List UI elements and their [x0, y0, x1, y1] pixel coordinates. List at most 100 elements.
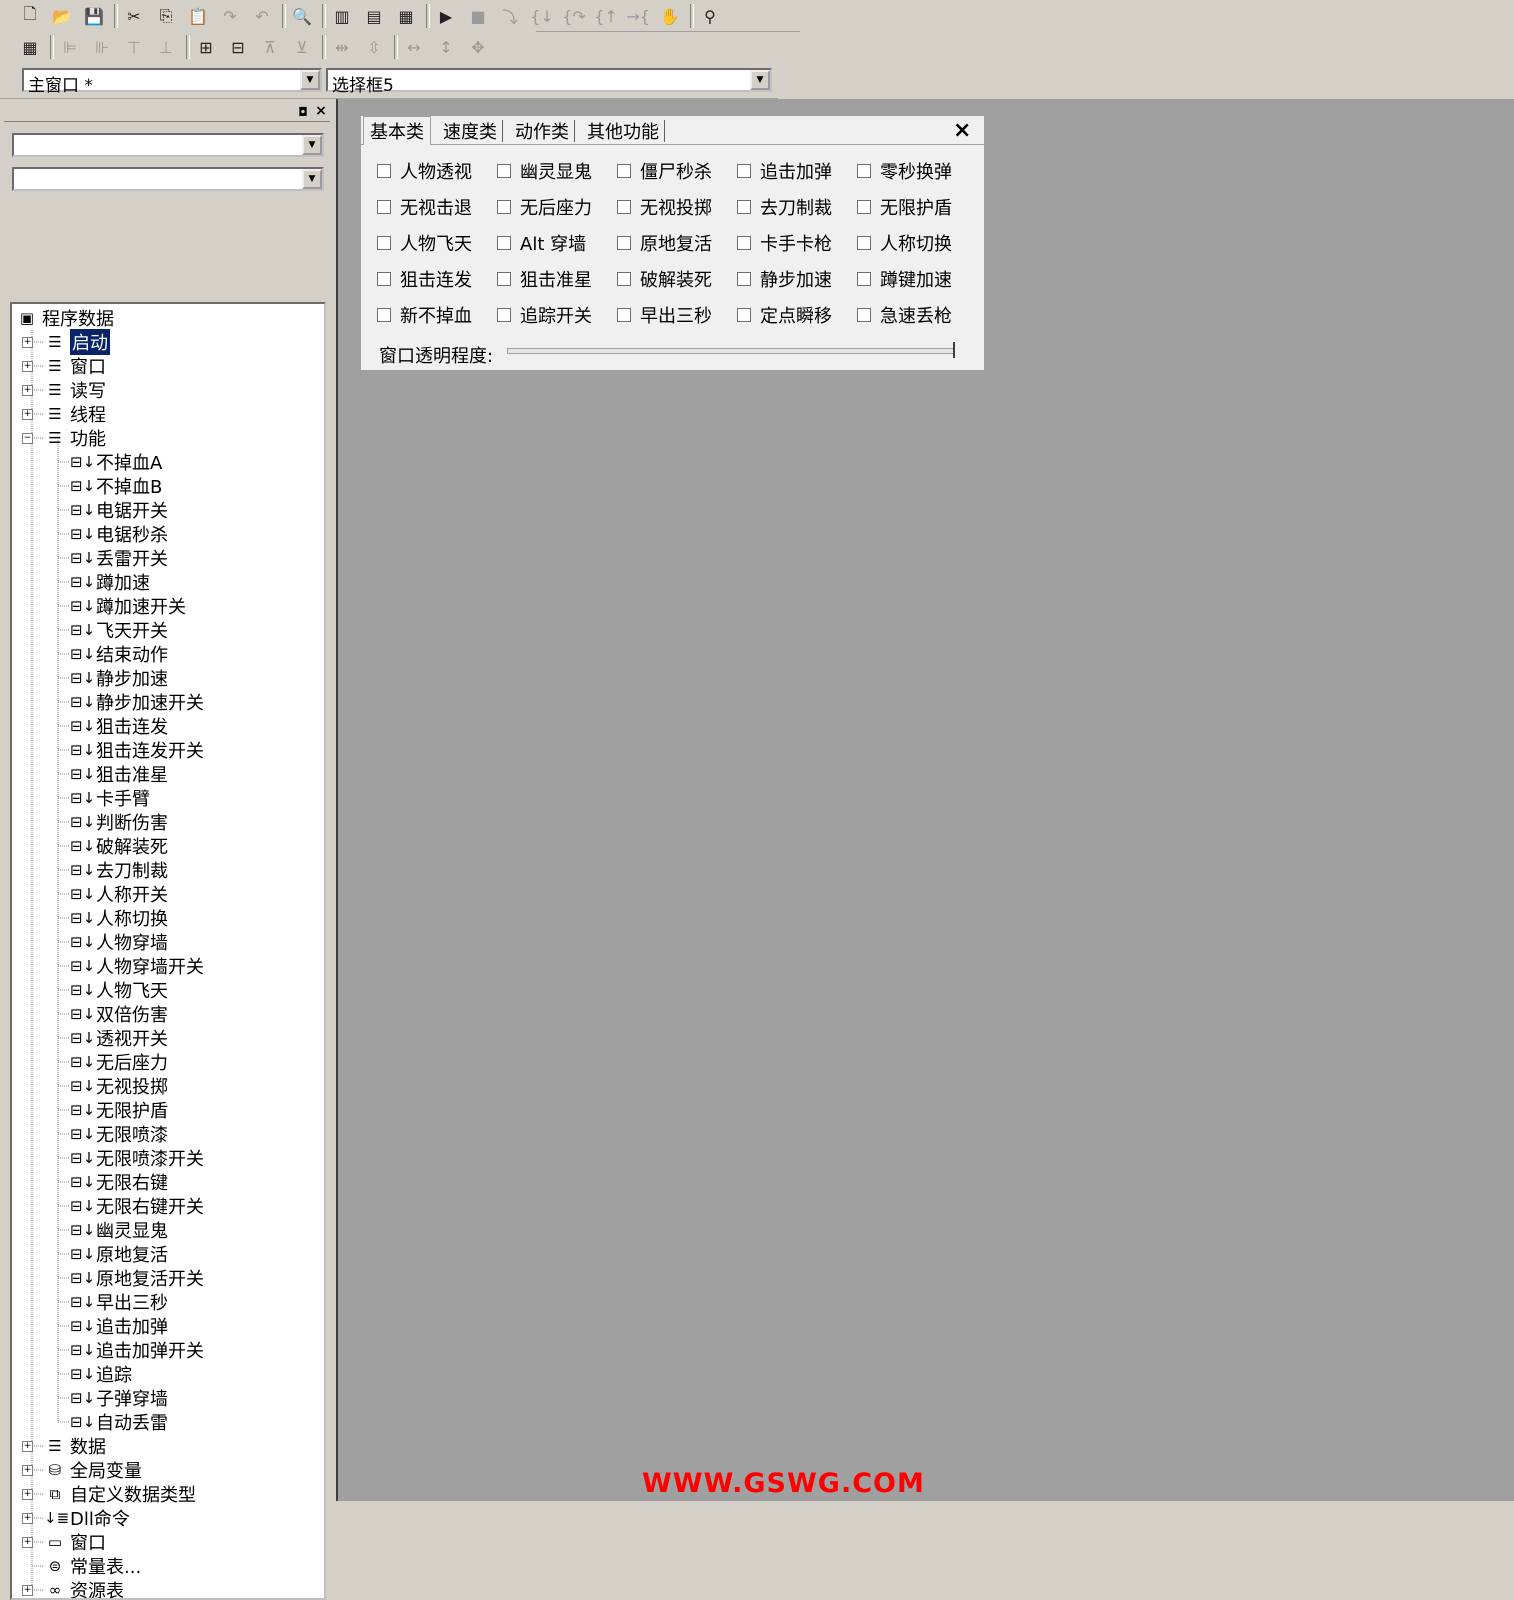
space-vertical-icon[interactable]: ⊻	[288, 34, 316, 60]
control-select[interactable]: 选择框5 ▼	[326, 68, 772, 96]
checkbox-box[interactable]	[377, 308, 391, 322]
tree-function[interactable]: ⊟↓ 静步加速	[70, 666, 168, 690]
tree-function[interactable]: ⊟↓ 透视开关	[70, 1026, 168, 1050]
step-out-icon[interactable]: {↑	[592, 3, 620, 29]
tree-node[interactable]: ☰ 启动	[44, 329, 110, 355]
feature-checkbox[interactable]: 狙击准星	[497, 268, 592, 291]
redo-icon[interactable]: ↷	[216, 3, 244, 29]
expand-icon[interactable]: +	[22, 385, 33, 396]
expand-icon[interactable]: +	[22, 1489, 33, 1500]
tree-function[interactable]: ⊟↓ 无限护盾	[70, 1098, 168, 1122]
checkbox-box[interactable]	[737, 200, 751, 214]
chevron-down-icon[interactable]: ▼	[302, 135, 322, 155]
chevron-down-icon[interactable]: ▼	[750, 70, 770, 90]
feature-checkbox[interactable]: 去刀制裁	[737, 196, 832, 219]
tree-function[interactable]: ⊟↓ 蹲加速开关	[70, 594, 186, 618]
feature-checkbox[interactable]: 静步加速	[737, 268, 832, 291]
tree-function[interactable]: ⊟↓ 结束动作	[70, 642, 168, 666]
checkbox-box[interactable]	[857, 200, 871, 214]
checkbox-box[interactable]	[497, 308, 511, 322]
checkbox-box[interactable]	[617, 236, 631, 250]
checkbox-box[interactable]	[857, 236, 871, 250]
center-horizontal-icon[interactable]: ⊞	[192, 34, 220, 60]
save-icon[interactable]: 💾	[80, 3, 108, 29]
checkbox-box[interactable]	[497, 272, 511, 286]
tab-2[interactable]: 速度类	[443, 118, 503, 143]
expand-icon[interactable]: +	[22, 1465, 33, 1476]
feature-checkbox[interactable]: 早出三秒	[617, 304, 712, 327]
chevron-down-icon[interactable]: ▼	[302, 169, 322, 189]
checkbox-box[interactable]	[737, 236, 751, 250]
expand-icon[interactable]: +	[22, 337, 33, 348]
feature-checkbox[interactable]: 急速丢枪	[857, 304, 952, 327]
tree-node[interactable]: ∞ 资源表	[44, 1578, 124, 1598]
checkbox-box[interactable]	[497, 164, 511, 178]
tree-function[interactable]: ⊟↓ 追击加弹	[70, 1314, 168, 1338]
checkbox-box[interactable]	[377, 236, 391, 250]
project-tree[interactable]: ▣ 程序数据 ☰ 启动 + ☰ 窗口 + ☰ 读写 + ☰ 线程 + ☰ 功能 − ⊟↓ 不掉血A ⊟↓ 不掉血B ⊟↓ 电…	[10, 302, 326, 1600]
tree-function[interactable]: ⊟↓ 原地复活	[70, 1242, 168, 1266]
feature-checkbox[interactable]: 卡手卡枪	[737, 232, 832, 255]
feature-checkbox[interactable]: 无后座力	[497, 196, 592, 219]
calculator-icon[interactable]: ▦	[16, 34, 44, 60]
expand-icon[interactable]: +	[22, 1585, 33, 1596]
tree-function[interactable]: ⊟↓ 追击加弹开关	[70, 1338, 204, 1362]
center-vertical-icon[interactable]: ⊟	[224, 34, 252, 60]
tree-function[interactable]: ⊟↓ 人称切换	[70, 906, 168, 930]
tree-function[interactable]: ⊟↓ 飞天开关	[70, 618, 168, 642]
tree-node[interactable]: ⧉ 自定义数据类型	[44, 1482, 196, 1506]
step-icon[interactable]: ⤵	[496, 3, 524, 29]
expand-icon[interactable]: +	[22, 409, 33, 420]
tree-function[interactable]: ⊟↓ 破解装死	[70, 834, 168, 858]
tree-function[interactable]: ⊟↓ 丢雷开关	[70, 546, 168, 570]
paste-icon[interactable]: 📋	[184, 3, 212, 29]
tree-function[interactable]: ⊟↓ 无限喷漆	[70, 1122, 168, 1146]
tab-3[interactable]: 动作类	[515, 118, 575, 143]
tree-function[interactable]: ⊟↓ 去刀制裁	[70, 858, 168, 882]
tree-function[interactable]: ⊟↓ 不掉血A	[70, 450, 162, 474]
tree-node[interactable]: ☰ 窗口	[44, 354, 106, 378]
feature-checkbox[interactable]: 追踪开关	[497, 304, 592, 327]
feature-checkbox[interactable]: 人称切换	[857, 232, 952, 255]
feature-checkbox[interactable]: 幽灵显鬼	[497, 160, 592, 183]
tree-function[interactable]: ⊟↓ 无视投掷	[70, 1074, 168, 1098]
tab-4[interactable]: 其他功能	[587, 118, 665, 143]
tree-node[interactable]: ⊜ 常量表...	[44, 1554, 141, 1578]
feature-checkbox[interactable]: Alt 穿墙	[497, 232, 586, 255]
expand-icon[interactable]: +	[22, 1537, 33, 1548]
distribute-horizontal-icon[interactable]: ⇹	[328, 34, 356, 60]
align-right-icon[interactable]: ⊪	[88, 34, 116, 60]
open-folder-icon[interactable]: 📂	[48, 3, 76, 29]
feature-checkbox[interactable]: 狙击连发	[377, 268, 472, 291]
checkbox-box[interactable]	[857, 272, 871, 286]
align-top-icon[interactable]: ⊤	[120, 34, 148, 60]
tree-function[interactable]: ⊟↓ 原地复活开关	[70, 1266, 204, 1290]
collapse-icon[interactable]: −	[22, 433, 33, 444]
tree-node[interactable]: ☰ 线程	[44, 402, 106, 426]
run-icon[interactable]: ▶	[432, 3, 460, 29]
checkbox-box[interactable]	[857, 164, 871, 178]
feature-checkbox[interactable]: 无视投掷	[617, 196, 712, 219]
feature-checkbox[interactable]: 僵尸秒杀	[617, 160, 712, 183]
close-button[interactable]: ×	[953, 118, 971, 143]
feature-checkbox[interactable]: 人物透视	[377, 160, 472, 183]
run-to-cursor-icon[interactable]: →{	[624, 3, 652, 29]
tree-function[interactable]: ⊟↓ 自动丢雷	[70, 1410, 168, 1434]
tree-function[interactable]: ⊟↓ 狙击准星	[70, 762, 168, 786]
tree-function[interactable]: ⊟↓ 早出三秒	[70, 1290, 168, 1314]
tree-function[interactable]: ⊟↓ 无限右键开关	[70, 1194, 204, 1218]
chevron-down-icon[interactable]: ▼	[300, 70, 320, 90]
checkbox-box[interactable]	[497, 236, 511, 250]
tab-1[interactable]: 基本类	[363, 116, 431, 145]
tree-function[interactable]: ⊟↓ 双倍伤害	[70, 1002, 168, 1026]
tree-function[interactable]: ⊟↓ 狙击连发开关	[70, 738, 204, 762]
feature-checkbox[interactable]: 无视击退	[377, 196, 472, 219]
checkbox-box[interactable]	[737, 272, 751, 286]
step-over-icon[interactable]: {↷	[560, 3, 588, 29]
tree-function[interactable]: ⊟↓ 幽灵显鬼	[70, 1218, 168, 1242]
tree-function[interactable]: ⊟↓ 电锯秒杀	[70, 522, 168, 546]
feature-checkbox[interactable]: 零秒换弹	[857, 160, 952, 183]
same-width-icon[interactable]: ↔	[400, 34, 428, 60]
same-height-icon[interactable]: ↕	[432, 34, 460, 60]
tree-function[interactable]: ⊟↓ 无后座力	[70, 1050, 168, 1074]
